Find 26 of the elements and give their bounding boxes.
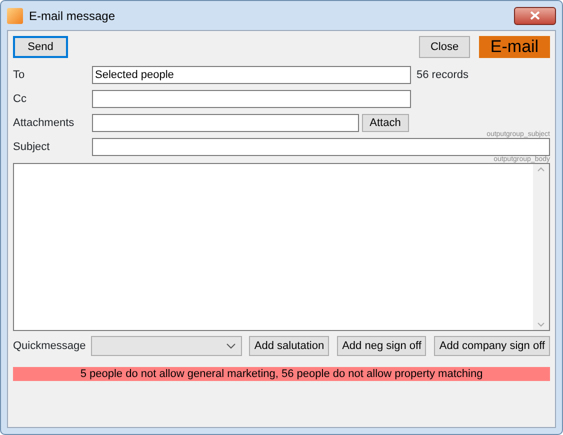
field-label: Attachments xyxy=(13,116,76,131)
to-field[interactable]: Selected people xyxy=(92,66,411,84)
scrollbar[interactable] xyxy=(533,164,549,330)
field-label: Subject xyxy=(13,140,51,155)
close-icon[interactable] xyxy=(514,6,556,24)
close-button[interactable]: Close xyxy=(419,36,470,58)
attach-button[interactable]: Attach xyxy=(362,114,409,132)
scroll-up-icon[interactable] xyxy=(537,167,545,172)
record-count: 56 records xyxy=(416,68,468,83)
add-text-button[interactable]: Add salutation xyxy=(249,336,330,356)
chevron-icon xyxy=(226,343,236,349)
attachments-field[interactable] xyxy=(92,114,359,132)
field-label: Quickmessage xyxy=(13,338,87,354)
app-icon xyxy=(7,8,23,24)
field-label: Cc xyxy=(13,92,28,107)
subject-field[interactable] xyxy=(92,138,550,156)
field-label: To xyxy=(13,68,26,83)
scroll-down-icon[interactable] xyxy=(537,322,545,327)
warning-bar: 5 people do not allow general marketing, 56 people do not allow property matching xyxy=(13,367,550,381)
add-text-button[interactable]: Add neg sign off xyxy=(337,336,426,356)
email-banner: E-mail xyxy=(479,36,550,58)
message-body[interactable] xyxy=(13,163,550,331)
window-title: E-mail message xyxy=(29,8,116,24)
send-button[interactable]: Send xyxy=(13,36,68,58)
add-text-button[interactable]: Add company sign off xyxy=(434,336,550,356)
cc-field[interactable] xyxy=(92,90,411,108)
